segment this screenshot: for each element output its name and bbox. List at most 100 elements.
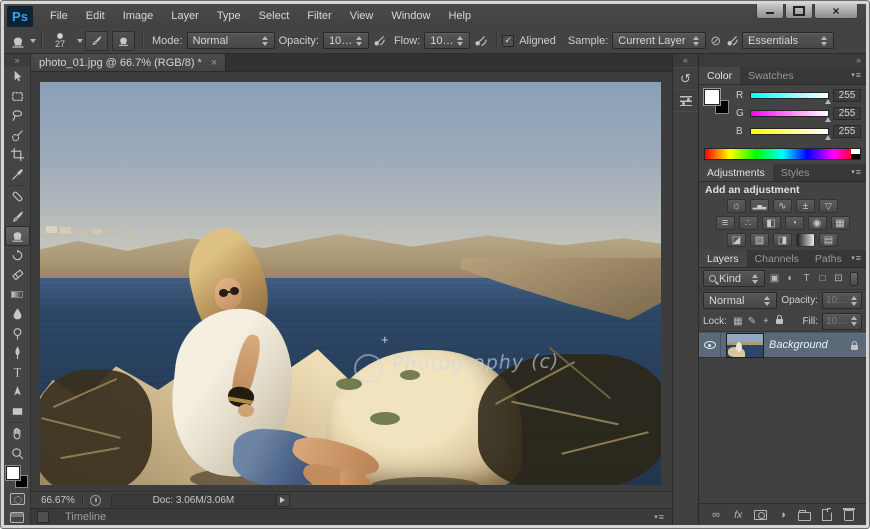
fill-dropdown[interactable]: 100% [822,313,862,330]
channel-mixer-icon[interactable] [808,216,827,230]
zoom-level-field[interactable]: 66.67% [41,495,75,506]
menu-edit[interactable]: Edit [77,10,114,22]
brush-picker-caret-icon[interactable] [77,39,83,43]
close-tab-icon[interactable] [211,57,217,69]
blue-slider[interactable] [750,128,829,135]
levels-icon[interactable] [750,199,769,213]
tab-color[interactable]: Color [699,67,740,84]
foreground-color-swatch[interactable] [6,466,20,480]
marquee-tool[interactable] [5,87,30,107]
gradient-tool[interactable] [5,285,30,305]
path-selection-tool[interactable] [5,382,30,402]
layer-visibility-toggle[interactable] [699,333,721,357]
exposure-icon[interactable] [796,199,815,213]
layer-styles-fx-button[interactable]: fx [730,507,746,523]
tab-channels[interactable]: Channels [747,250,807,267]
toggle-clone-source-panel-button[interactable] [112,31,135,51]
filter-type-layers-icon[interactable]: T [800,273,813,284]
menu-select[interactable]: Select [250,10,299,22]
layer-blend-mode-dropdown[interactable]: Normal [703,292,777,309]
document-tab[interactable]: photo_01.jpg @ 66.7% (RGB/8) * [31,54,226,71]
blur-tool[interactable] [5,304,30,324]
dodge-tool[interactable] [5,324,30,344]
red-slider[interactable] [750,92,829,99]
layer-thumbnail[interactable] [726,333,764,358]
hue-saturation-icon[interactable] [716,216,735,230]
properties-panel-icon[interactable] [674,89,697,111]
gradient-map-icon[interactable] [796,233,815,247]
tab-swatches[interactable]: Swatches [740,67,802,84]
crop-tool[interactable] [5,145,30,165]
red-value-field[interactable]: 255 [833,89,861,102]
green-slider[interactable] [750,110,829,117]
menu-help[interactable]: Help [439,10,480,22]
tool-preset-caret-icon[interactable] [30,39,36,43]
new-group-icon[interactable] [797,507,813,523]
color-lookup-icon[interactable] [831,216,850,230]
zoom-tool[interactable] [5,444,30,464]
pressure-opacity-icon[interactable] [372,33,387,48]
white-black-picker[interactable] [851,149,860,159]
layers-panel-menu-icon[interactable] [851,253,861,263]
eraser-tool[interactable] [5,265,30,285]
aligned-checkbox[interactable] [502,35,514,47]
brush-tool[interactable] [5,207,30,227]
quick-mask-button[interactable] [10,493,25,505]
sample-dropdown[interactable]: Current Layer [612,32,706,49]
adjustments-panel-menu-icon[interactable] [851,167,861,177]
filter-adjustment-layers-icon[interactable]: ◐ [784,273,797,284]
status-options-arrow-button[interactable] [276,494,290,507]
quick-selection-tool[interactable] [5,126,30,146]
workspace-dropdown[interactable]: Essentials [742,32,834,49]
color-balance-icon[interactable] [739,216,758,230]
lock-position-icon[interactable]: + [759,316,773,327]
posterize-icon[interactable] [750,233,769,247]
lock-transparency-icon[interactable]: ▦ [731,316,745,327]
blue-value-field[interactable]: 255 [833,125,861,138]
black-white-icon[interactable] [762,216,781,230]
opacity-dropdown[interactable]: 100% [323,32,369,49]
vibrance-icon[interactable] [819,199,838,213]
tab-layers[interactable]: Layers [699,250,747,267]
filter-kind-dropdown[interactable]: Kind [703,270,765,287]
new-layer-icon[interactable] [819,507,835,523]
clone-stamp-preset-icon[interactable] [10,33,26,49]
tab-styles[interactable]: Styles [773,164,818,181]
collapse-dock-chevron-icon[interactable]: » [699,54,866,67]
menu-image[interactable]: Image [114,10,163,22]
filter-pixel-layers-icon[interactable]: ▣ [768,273,781,284]
foreground-background-swatches[interactable] [5,465,29,489]
threshold-icon[interactable] [773,233,792,247]
timeline-tab[interactable]: Timeline [65,511,106,523]
color-spectrum-ramp[interactable] [704,148,861,160]
move-tool[interactable] [5,67,30,87]
timeline-panel-menu-icon[interactable] [654,512,664,522]
menu-layer[interactable]: Layer [162,10,208,22]
new-adjustment-layer-icon[interactable] [774,507,790,523]
filter-toggle-switch[interactable] [850,272,858,286]
collapse-tools-chevron-icon[interactable]: » [4,54,30,67]
brush-size-preview[interactable]: 27 [47,30,73,52]
menu-type[interactable]: Type [208,10,250,22]
link-layers-icon[interactable] [708,507,724,523]
clone-stamp-tool[interactable] [5,226,30,246]
hand-tool[interactable] [5,424,30,444]
pen-tool[interactable] [5,343,30,363]
invert-icon[interactable] [727,233,746,247]
menu-view[interactable]: View [341,10,383,22]
menu-window[interactable]: Window [382,10,439,22]
healing-brush-tool[interactable] [5,187,30,207]
airbrush-icon[interactable] [473,33,488,48]
curves-icon[interactable] [773,199,792,213]
blend-mode-dropdown[interactable]: Normal [187,32,275,49]
color-panel-menu-icon[interactable] [851,70,861,80]
maximize-button[interactable] [785,4,813,19]
menu-file[interactable]: File [41,10,77,22]
history-brush-tool[interactable] [5,246,30,266]
history-panel-icon[interactable] [674,67,697,89]
brightness-contrast-icon[interactable] [727,199,746,213]
tab-adjustments[interactable]: Adjustments [699,164,773,181]
eyedropper-tool[interactable] [5,165,30,185]
filter-shape-layers-icon[interactable]: □ [816,273,829,284]
lasso-tool[interactable] [5,106,30,126]
